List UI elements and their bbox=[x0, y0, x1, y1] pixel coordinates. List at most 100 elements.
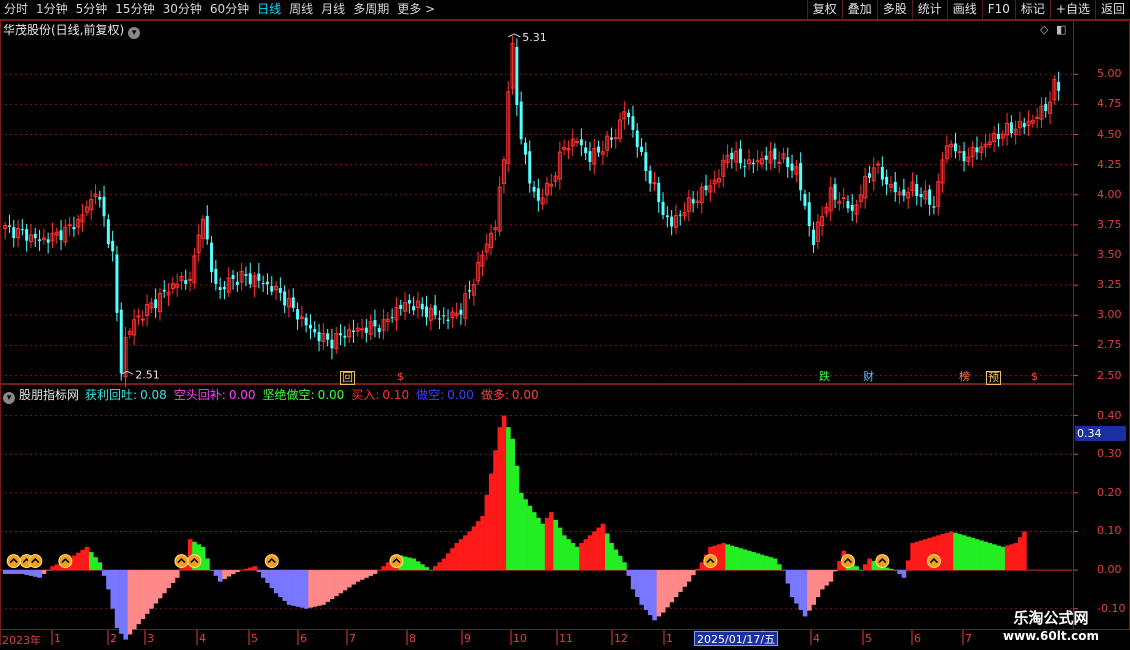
candle-body bbox=[442, 315, 446, 317]
indicator-bar bbox=[897, 570, 902, 574]
indicator-bar bbox=[544, 517, 550, 571]
indicator-bar bbox=[71, 555, 77, 571]
price-tick-label: 4.00 bbox=[1097, 187, 1122, 201]
indicator-value-label: 获利回吐: bbox=[85, 388, 138, 402]
indicator-bar bbox=[110, 570, 116, 609]
candle-body bbox=[38, 239, 42, 241]
buy-signal-icon bbox=[174, 554, 189, 569]
indicator-tick-label: 0.10 bbox=[1097, 524, 1122, 538]
candle-body bbox=[876, 163, 881, 166]
indicator-bar bbox=[179, 568, 184, 571]
date-tick-label: 1 bbox=[666, 632, 673, 645]
candle-body bbox=[786, 157, 790, 168]
event-marker[interactable]: $ bbox=[1030, 371, 1039, 383]
high-price-label: 5.31 bbox=[522, 31, 547, 44]
indicator-bar bbox=[996, 545, 1001, 571]
indicator-bar bbox=[355, 570, 361, 582]
indicator-bar bbox=[992, 544, 997, 571]
date-tick-label: 3 bbox=[147, 632, 154, 645]
indicator-bar bbox=[630, 570, 636, 590]
candle-body bbox=[437, 318, 441, 320]
candle-body bbox=[296, 309, 300, 320]
indicator-bar bbox=[11, 570, 17, 574]
event-marker[interactable]: 财 bbox=[862, 371, 875, 383]
candle-body bbox=[7, 225, 11, 227]
candle-body bbox=[515, 46, 519, 106]
price-tick-label: 2.50 bbox=[1097, 368, 1122, 382]
indicator-bar bbox=[772, 558, 778, 571]
pane-toggle-icon[interactable]: ◧ bbox=[1056, 23, 1066, 36]
indicator-bar bbox=[450, 548, 455, 571]
indicator-bar bbox=[923, 539, 928, 571]
candle-body bbox=[360, 328, 365, 331]
indicator-bar bbox=[80, 549, 85, 571]
indicator-bar bbox=[970, 537, 976, 571]
indicator-bar bbox=[488, 473, 494, 571]
candle-body bbox=[235, 281, 239, 285]
indicator-bar bbox=[157, 570, 163, 599]
candle-body bbox=[996, 133, 1000, 139]
candle-body bbox=[777, 161, 782, 164]
indicator-bar bbox=[1022, 531, 1027, 571]
candle-body bbox=[885, 176, 889, 185]
chart-canvas: 5.31 2.51 bbox=[0, 31, 1078, 645]
candle-body bbox=[627, 112, 631, 118]
price-tick-label: 2.75 bbox=[1097, 338, 1122, 352]
indicator-bar bbox=[510, 438, 515, 571]
indicator-bar bbox=[476, 521, 481, 571]
candle-body bbox=[390, 317, 394, 319]
candle-body bbox=[154, 299, 158, 309]
indicator-bar bbox=[609, 543, 614, 571]
candle-body bbox=[1044, 103, 1048, 112]
event-marker[interactable]: 跌 bbox=[818, 371, 831, 383]
indicator-bar bbox=[359, 570, 365, 580]
indicator-bar bbox=[235, 570, 240, 572]
indicator-bar bbox=[888, 568, 894, 571]
indicator-bar bbox=[407, 557, 412, 571]
candle-body bbox=[665, 215, 669, 218]
candle-body bbox=[661, 201, 665, 215]
indicator-bar bbox=[37, 570, 42, 578]
indicator-bar bbox=[751, 552, 756, 571]
diamond-icon[interactable]: ◇ bbox=[1040, 23, 1048, 36]
indicator-bar bbox=[89, 552, 94, 571]
candle-body bbox=[523, 142, 527, 155]
candle-body bbox=[893, 181, 897, 193]
candle-body bbox=[244, 274, 248, 276]
indicator-bar bbox=[592, 531, 597, 571]
indicator-bar bbox=[699, 562, 705, 571]
candle-body bbox=[841, 197, 846, 200]
indicator-bar bbox=[673, 570, 679, 598]
candle-body bbox=[136, 315, 141, 318]
candle-body bbox=[880, 166, 884, 180]
candle-body bbox=[72, 226, 76, 230]
indicator-bar bbox=[531, 512, 537, 571]
candle-body bbox=[764, 155, 768, 160]
cursor-date-box: 2025/01/17/五 bbox=[694, 631, 779, 646]
indicator-bar bbox=[798, 570, 804, 610]
indicator-bar bbox=[377, 570, 382, 571]
indicator-dropdown-icon[interactable]: ▾ bbox=[3, 392, 15, 404]
buy-signal-icon bbox=[875, 554, 890, 569]
candle-body bbox=[205, 215, 209, 240]
indicator-bar bbox=[97, 562, 103, 571]
indicator-bar bbox=[553, 519, 558, 571]
indicator-bar bbox=[863, 564, 868, 571]
event-marker[interactable]: 预 bbox=[986, 371, 1001, 385]
title-dropdown-icon[interactable]: ▾ bbox=[128, 27, 141, 39]
event-marker[interactable]: 回 bbox=[340, 371, 355, 385]
indicator-bar bbox=[820, 570, 825, 590]
buy-signal-icon bbox=[264, 554, 279, 569]
indicator-bar bbox=[424, 567, 429, 571]
indicator-bar bbox=[579, 543, 584, 571]
candle-body bbox=[790, 163, 794, 171]
candle-body bbox=[528, 151, 532, 184]
event-marker[interactable]: $ bbox=[396, 371, 405, 383]
indicator-bar bbox=[665, 570, 670, 608]
indicator-bar bbox=[652, 570, 657, 621]
event-marker[interactable]: 榜 bbox=[958, 371, 971, 383]
candle-body bbox=[597, 146, 601, 153]
indicator-bar bbox=[600, 523, 606, 571]
candle-body bbox=[222, 286, 226, 290]
indicator-bar bbox=[119, 570, 124, 634]
